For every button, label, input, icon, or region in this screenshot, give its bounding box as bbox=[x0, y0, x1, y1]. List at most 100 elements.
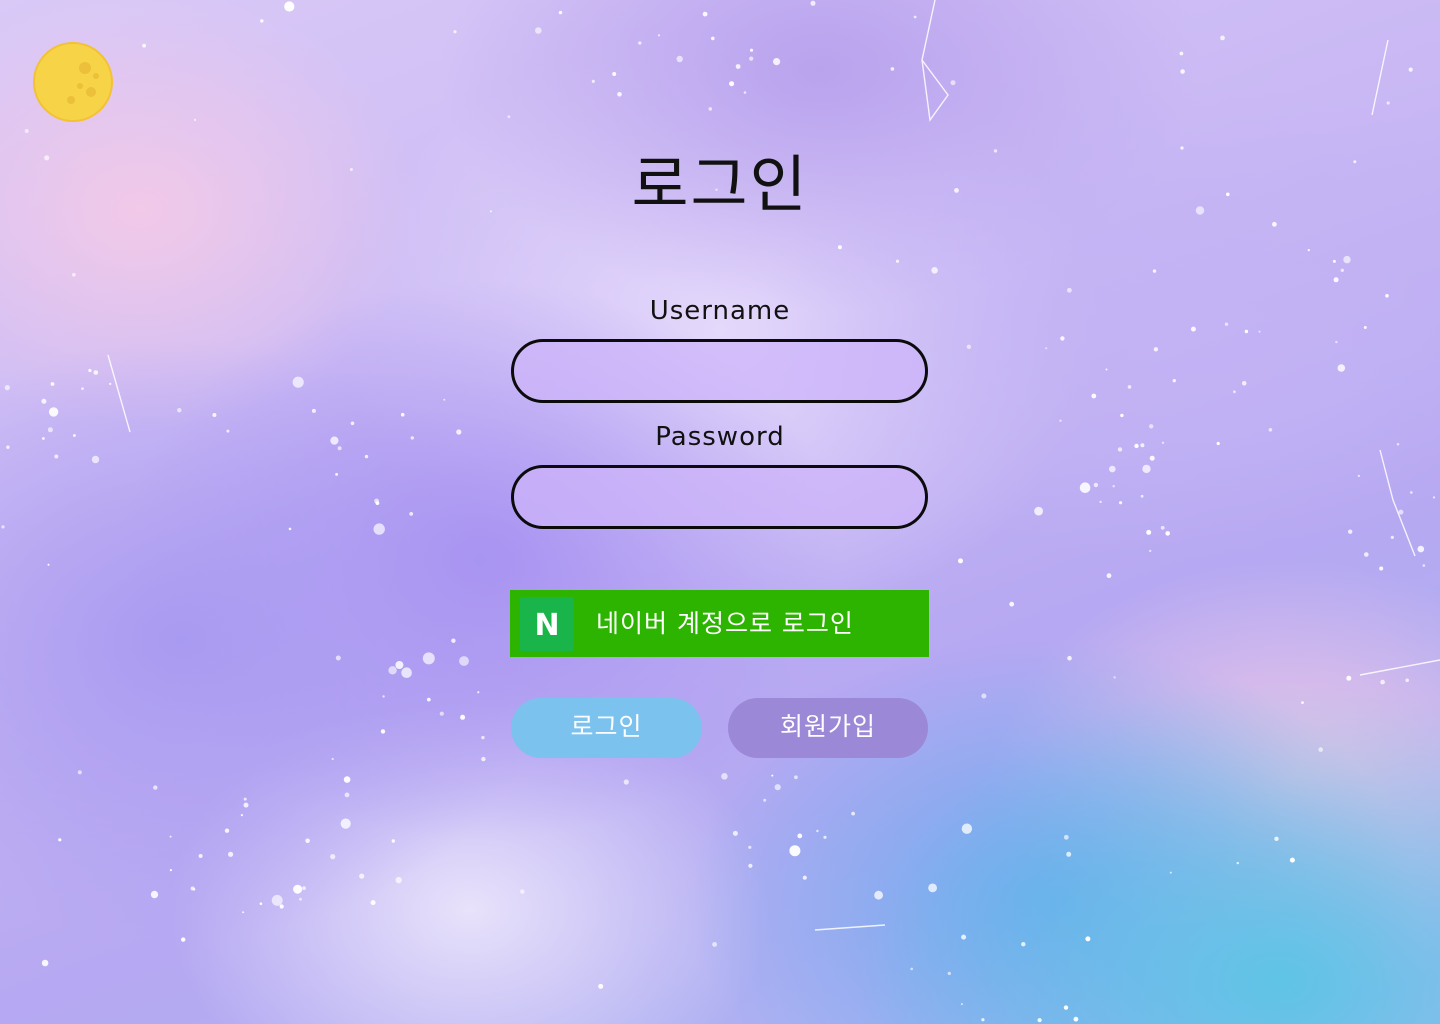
star-dot bbox=[1106, 573, 1112, 579]
username-input[interactable] bbox=[511, 339, 928, 403]
star-dot bbox=[981, 693, 987, 699]
star-dot bbox=[638, 41, 642, 45]
star-dot bbox=[41, 959, 49, 967]
star-dot bbox=[242, 911, 245, 914]
star-dot bbox=[364, 454, 369, 459]
star-dot bbox=[1241, 381, 1247, 386]
star-dot bbox=[1216, 441, 1220, 446]
star-dot bbox=[1236, 861, 1240, 865]
star-dot bbox=[410, 436, 414, 440]
star-dot bbox=[1091, 393, 1097, 399]
star-dot bbox=[374, 498, 379, 504]
star-dot bbox=[6, 445, 10, 449]
star-dot bbox=[395, 661, 404, 669]
star-dot bbox=[340, 818, 351, 829]
star-dot bbox=[47, 427, 53, 433]
star-dot bbox=[928, 883, 937, 893]
star-dot bbox=[1037, 1018, 1042, 1023]
star-dot bbox=[1112, 485, 1115, 488]
star-dot bbox=[489, 210, 492, 213]
star-dot bbox=[950, 80, 956, 86]
star-dot bbox=[1, 525, 5, 529]
star-dot bbox=[1093, 482, 1099, 488]
star-dot bbox=[1348, 529, 1353, 534]
star-dot bbox=[1379, 566, 1384, 571]
star-dot bbox=[292, 376, 304, 388]
star-dot bbox=[771, 774, 774, 777]
star-dot bbox=[330, 436, 339, 445]
star-dot bbox=[260, 19, 264, 23]
username-label: Username bbox=[649, 296, 791, 326]
star-dot bbox=[302, 886, 306, 891]
star-dot bbox=[1085, 936, 1091, 942]
star-dot bbox=[966, 344, 972, 349]
star-dot bbox=[1363, 326, 1367, 329]
star-dot bbox=[370, 900, 376, 906]
star-dot bbox=[748, 863, 753, 868]
star-dot bbox=[612, 72, 617, 76]
star-dot bbox=[1067, 655, 1072, 661]
star-dot bbox=[1408, 67, 1413, 72]
star-dot bbox=[1390, 535, 1394, 540]
signup-button[interactable]: 회원가입 bbox=[728, 698, 928, 758]
star-dot bbox=[1301, 701, 1304, 704]
star-dot bbox=[797, 833, 803, 839]
star-dot bbox=[1149, 549, 1152, 553]
star-dot bbox=[913, 15, 917, 19]
star-dot bbox=[1142, 464, 1151, 474]
star-dot bbox=[192, 887, 196, 891]
star-dot bbox=[391, 839, 395, 843]
star-dot bbox=[359, 873, 365, 879]
star-dot bbox=[851, 811, 855, 816]
star-dot bbox=[1073, 1016, 1079, 1022]
star-dot bbox=[243, 797, 247, 801]
password-input[interactable] bbox=[511, 465, 928, 529]
star-dot bbox=[1140, 443, 1145, 448]
star-dot bbox=[1099, 500, 1102, 504]
star-dot bbox=[1160, 525, 1165, 530]
star-dot bbox=[810, 0, 816, 6]
naver-logo-icon: N bbox=[520, 597, 574, 651]
star-dot bbox=[1105, 368, 1108, 371]
star-dot bbox=[1380, 679, 1385, 685]
star-dot bbox=[439, 711, 444, 716]
star-dot bbox=[226, 429, 230, 433]
star-dot bbox=[47, 563, 50, 566]
star-dot bbox=[1120, 413, 1124, 418]
star-dot bbox=[773, 58, 781, 66]
star-dot bbox=[1396, 442, 1400, 446]
star-dot bbox=[960, 1003, 963, 1006]
star-dot bbox=[1417, 545, 1425, 553]
star-dot bbox=[749, 56, 754, 61]
naver-login-button[interactable]: N 네이버 계정으로 로그인 bbox=[510, 590, 929, 657]
star-dot bbox=[1220, 35, 1225, 41]
star-dot bbox=[331, 757, 334, 761]
star-dot bbox=[743, 91, 747, 94]
star-dot bbox=[1063, 1005, 1069, 1010]
star-dot bbox=[293, 884, 303, 894]
star-dot bbox=[1422, 564, 1426, 567]
star-dot bbox=[299, 897, 302, 901]
star-dot bbox=[1149, 455, 1155, 461]
star-dot bbox=[41, 398, 47, 404]
star-dot bbox=[395, 876, 402, 884]
star-dot bbox=[142, 43, 147, 48]
star-dot bbox=[150, 890, 159, 899]
star-dot bbox=[48, 407, 59, 417]
star-dot bbox=[598, 983, 604, 989]
star-dot bbox=[193, 118, 197, 121]
star-dot bbox=[400, 412, 405, 417]
star-dot bbox=[451, 638, 456, 643]
login-button[interactable]: 로그인 bbox=[511, 698, 702, 758]
star-dot bbox=[1385, 294, 1389, 298]
star-dot bbox=[72, 272, 76, 277]
star-dot bbox=[721, 773, 728, 780]
star-dot bbox=[330, 854, 336, 860]
star-dot bbox=[1113, 676, 1116, 679]
star-dot bbox=[1034, 506, 1043, 516]
star-dot bbox=[1119, 501, 1123, 505]
star-dot bbox=[1432, 496, 1436, 499]
star-dot bbox=[212, 413, 217, 417]
star-dot bbox=[1332, 259, 1336, 263]
star-dot bbox=[1009, 601, 1015, 607]
